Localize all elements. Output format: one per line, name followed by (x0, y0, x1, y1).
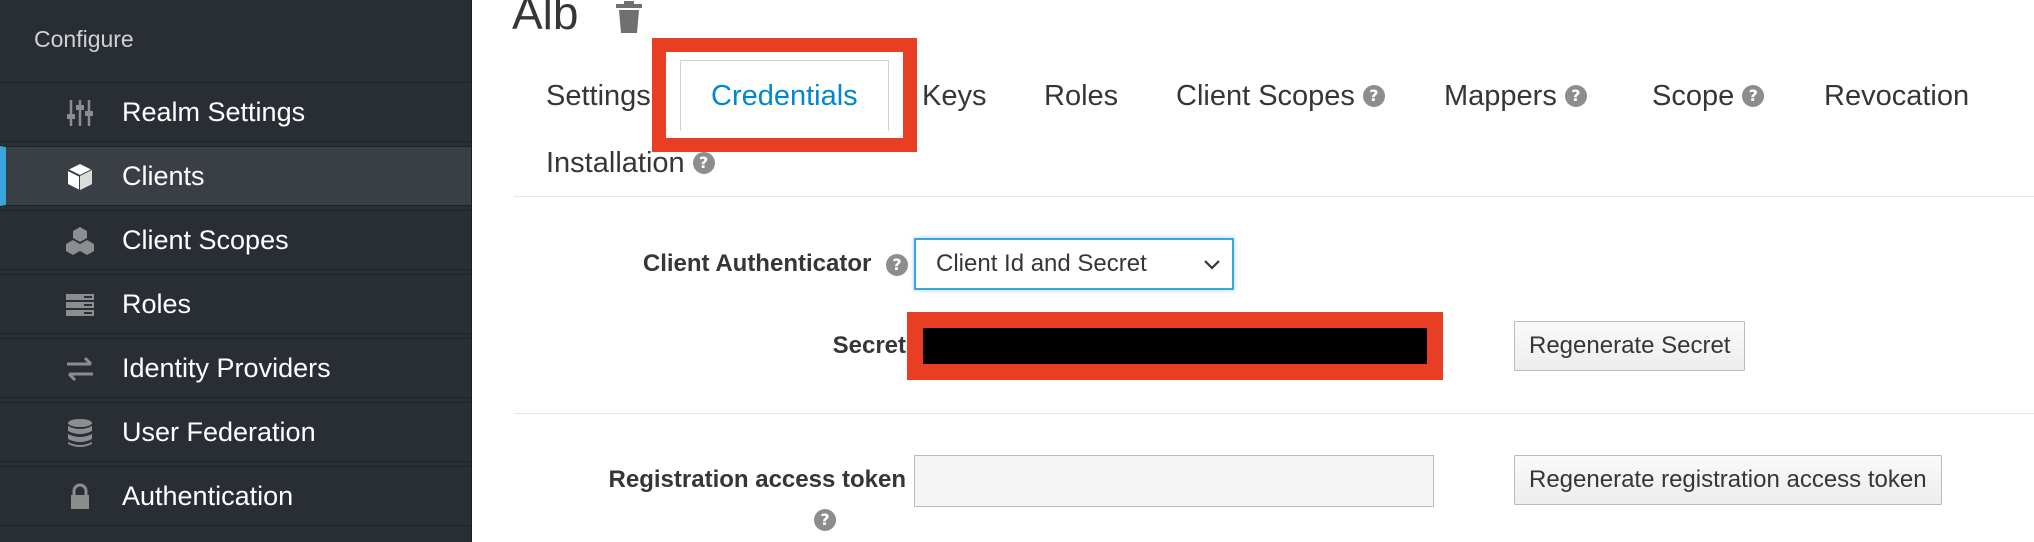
cube-icon (67, 164, 93, 190)
tab-settings[interactable]: Settings (546, 76, 651, 116)
sidebar-item-user-federation[interactable]: User Federation (0, 402, 471, 462)
registration-token-input[interactable] (914, 455, 1434, 507)
sidebar-item-label: Client Scopes (122, 224, 289, 255)
tabs-divider (514, 196, 2034, 197)
list-icon (66, 294, 94, 316)
help-icon[interactable]: ? (1742, 85, 1765, 107)
section-divider (514, 413, 2034, 414)
regenerate-secret-button[interactable]: Regenerate Secret (1514, 321, 1746, 371)
sidebar-item-roles[interactable]: Roles (0, 274, 471, 334)
tab-label: Roles (1044, 79, 1119, 112)
sidebar-item-label: Authentication (122, 480, 294, 511)
tab-mappers[interactable]: Mappers ? (1444, 76, 1587, 116)
tab-keys[interactable]: Keys (922, 76, 986, 116)
sidebar-item-authentication[interactable]: Authentication (0, 466, 471, 526)
client-authenticator-label: Client Authenticator ? (508, 250, 908, 278)
exchange-icon (67, 356, 93, 382)
tab-label: Installation (546, 146, 685, 179)
lock-icon (71, 483, 89, 509)
help-icon[interactable]: ? (814, 509, 836, 531)
sidebar-item-identity-providers[interactable]: Identity Providers (0, 338, 471, 398)
tab-revocation[interactable]: Revocation (1824, 76, 1969, 116)
sliders-icon (67, 100, 93, 126)
client-authenticator-select[interactable]: Client Id and Secret (914, 238, 1234, 290)
sidebar: Configure Realm Settings Clients Client … (0, 0, 472, 542)
tab-label: Mappers (1444, 79, 1557, 112)
sidebar-item-realm-settings[interactable]: Realm Settings (0, 82, 471, 142)
sidebar-item-client-scopes[interactable]: Client Scopes (0, 210, 471, 270)
secret-input[interactable] (907, 312, 1443, 380)
tab-label: Settings (546, 79, 651, 112)
tab-installation[interactable]: Installation ? (546, 143, 715, 183)
sidebar-item-label: Roles (122, 288, 192, 319)
tab-client-scopes[interactable]: Client Scopes ? (1176, 76, 1385, 116)
sidebar-heading: Configure (34, 26, 134, 52)
main-content: Alb Settings Credentials Keys Roles Clie… (472, 0, 2034, 542)
tab-credentials[interactable]: Credentials (680, 60, 889, 131)
select-value: Client Id and Secret (936, 250, 1147, 277)
help-icon[interactable]: ? (1362, 85, 1385, 107)
tab-label: Keys (922, 79, 987, 112)
tab-label: Credentials (711, 79, 858, 112)
sidebar-item-label: Clients (122, 160, 205, 191)
database-icon (68, 419, 92, 447)
chevron-down-icon (1204, 260, 1220, 270)
tab-label: Scope (1652, 79, 1735, 112)
cubes-icon (66, 227, 94, 255)
tab-label: Revocation (1824, 79, 1970, 112)
sidebar-item-clients[interactable]: Clients (0, 146, 471, 206)
page-title: Alb (512, 0, 579, 39)
sidebar-item-label: Realm Settings (122, 96, 306, 127)
tab-roles[interactable]: Roles (1044, 76, 1118, 116)
help-icon[interactable]: ? (1564, 85, 1587, 107)
regenerate-token-button[interactable]: Regenerate registration access token (1514, 455, 1942, 505)
help-icon[interactable]: ? (886, 253, 908, 276)
secret-label: Secret (832, 332, 906, 359)
tab-scope[interactable]: Scope ? (1652, 76, 1765, 116)
trash-icon[interactable] (612, 0, 646, 34)
secret-redaction (923, 328, 1427, 364)
registration-token-label: Registration access token (608, 466, 906, 493)
sidebar-item-label: Identity Providers (122, 352, 331, 383)
sidebar-item-label: User Federation (122, 416, 316, 447)
tab-label: Client Scopes (1176, 79, 1355, 112)
help-icon[interactable]: ? (692, 152, 715, 174)
